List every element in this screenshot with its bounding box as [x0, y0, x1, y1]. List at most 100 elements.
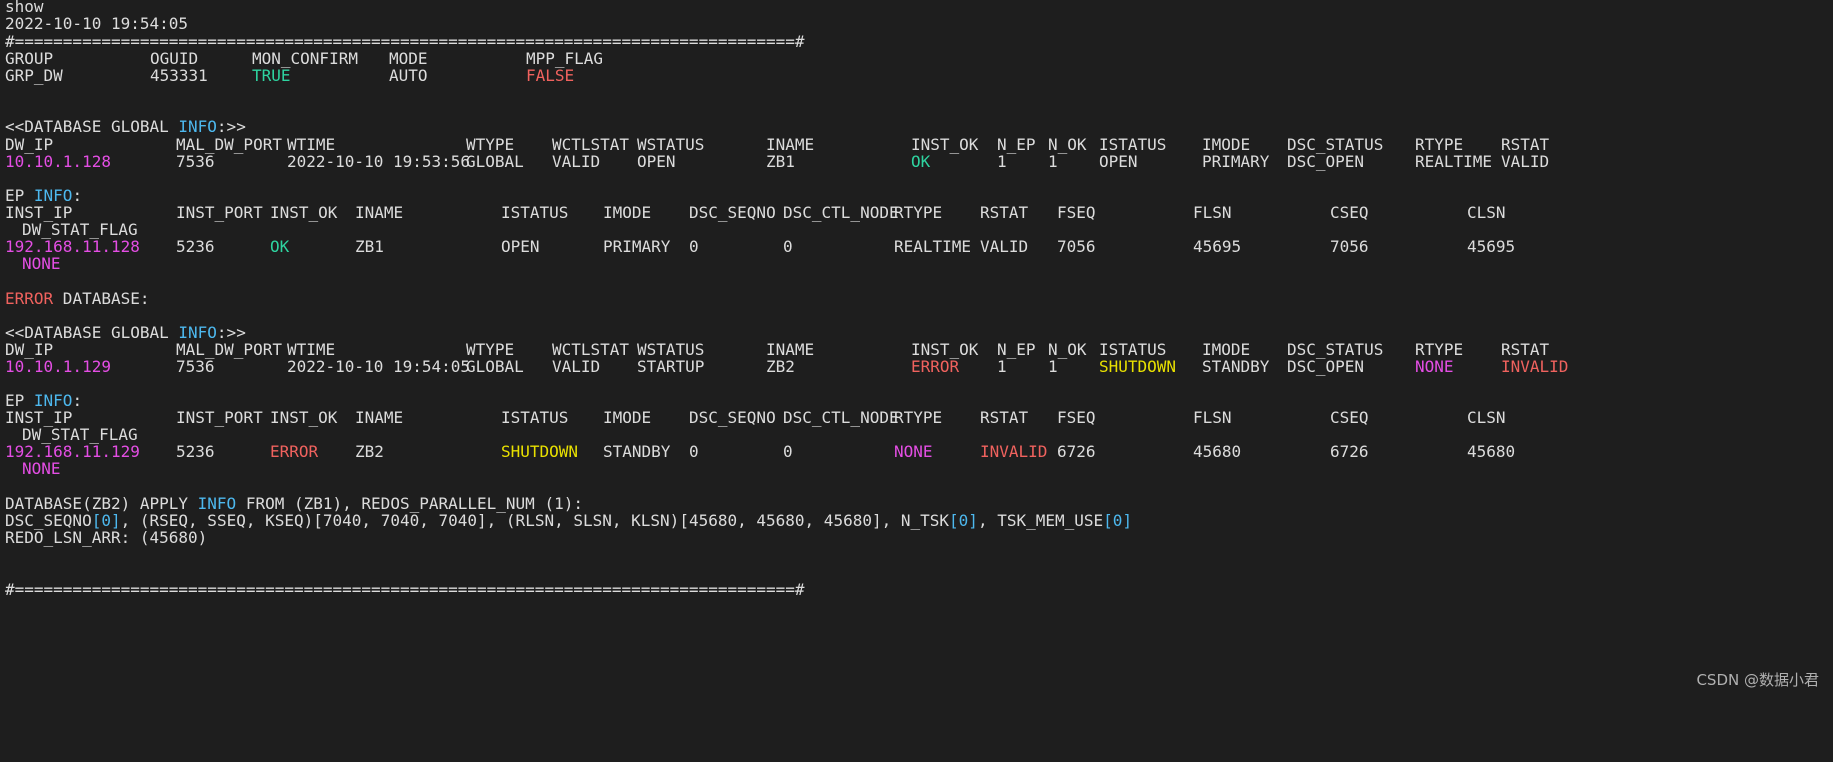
db1-value-row: 10.10.1.128 7536 2022-10-10 19:53:56 GLO… [0, 152, 1549, 172]
terminal-text: : [72, 186, 83, 205]
terminal-text: REDO_LSN_ARR: (45680) [5, 528, 208, 547]
terminal-text: : [72, 391, 83, 410]
terminal-text: 5236 [176, 237, 215, 256]
terminal-text: ISTATUS [501, 408, 569, 427]
terminal-text: INFO [178, 117, 217, 136]
terminal-text: INAME [355, 408, 404, 427]
watermark: CSDN @数据小君 [1696, 671, 1819, 689]
terminal-text: 45680 [1193, 442, 1242, 461]
terminal-text: NONE [22, 254, 61, 273]
cell: TRUE [252, 66, 291, 85]
db2-value-row: 10.10.1.129 7536 2022-10-10 19:54:05 GLO… [0, 357, 1568, 377]
terminal-text: IMODE [603, 408, 652, 427]
terminal-text: [0] [1103, 511, 1133, 530]
terminal-text: REALTIME [1415, 152, 1493, 171]
terminal-text: RTYPE [894, 408, 943, 427]
terminal-text: 0 [689, 442, 699, 461]
terminal-text: <<DATABASE GLOBAL INFO:>> [5, 117, 246, 137]
terminal-text: DSC_CTL_NODE [783, 408, 899, 427]
terminal-text: CLSN [1467, 203, 1506, 222]
terminal-text: REALTIME [894, 237, 972, 256]
terminal-text: :>> [216, 117, 246, 136]
terminal-text: OK [270, 237, 290, 256]
terminal-text: ERROR [270, 442, 319, 461]
terminal-text: 5236 [176, 442, 215, 461]
terminal-text: NONE [22, 459, 61, 478]
terminal-text: RSTAT [980, 408, 1029, 427]
terminal-text: ISTATUS [501, 203, 569, 222]
terminal-text: VALID [980, 237, 1029, 256]
terminal-text: 0 [783, 442, 793, 461]
terminal-text: 2022-10-10 19:54:05 [5, 14, 189, 33]
terminal-text: VALID [1501, 152, 1550, 171]
cell: 453331 [150, 66, 208, 85]
terminal-text: , TSK_MEM_USE [977, 511, 1104, 530]
terminal-text: NONE [894, 442, 933, 461]
terminal-text: OK [911, 152, 931, 171]
terminal-text: 10.10.1.128 [5, 152, 111, 171]
terminal-text: GLOBAL [466, 152, 524, 171]
terminal-text: DATABASE: [53, 289, 150, 308]
terminal-text: 10.10.1.129 [5, 357, 111, 376]
terminal-text: SHUTDOWN [501, 442, 579, 461]
terminal-text: 2022-10-10 19:54:05 [287, 357, 471, 376]
terminal-text: DSC_CTL_NODE [783, 203, 899, 222]
terminal-text: 45680 [1467, 442, 1516, 461]
terminal-text: #=======================================… [5, 580, 805, 599]
cell: GRP_DW [5, 66, 63, 85]
terminal-text: STANDBY [603, 442, 671, 461]
terminal-text: 0 [689, 237, 699, 256]
terminal-text: DSC_OPEN [1287, 357, 1365, 376]
terminal-text: FSEQ [1057, 203, 1096, 222]
terminal-text: 2022-10-10 19:53:56 [287, 152, 471, 171]
terminal-text: OPEN [501, 237, 540, 256]
terminal-text: 7056 [1330, 237, 1369, 256]
cell: AUTO [389, 66, 428, 85]
terminal-text: ERROR DATABASE: [5, 289, 150, 309]
terminal-text: [0] [949, 511, 978, 530]
terminal-text: OPEN [637, 152, 676, 171]
terminal-text: DSC_OPEN [1287, 152, 1365, 171]
terminal-text: , (RSEQ, SSEQ, KSEQ)[7040, 7040, 7040], … [120, 511, 950, 530]
terminal-text: 6726 [1057, 442, 1096, 461]
terminal-output[interactable]: show 2022-10-10 19:54:05 #==============… [0, 0, 1833, 700]
terminal-text: 1 [1048, 152, 1058, 171]
terminal-text: STANDBY [1202, 357, 1270, 376]
terminal-text: <<DATABASE GLOBAL [5, 117, 179, 136]
terminal-text: INST_OK [270, 203, 338, 222]
terminal-text: INVALID [980, 442, 1048, 461]
terminal-text: 7056 [1057, 237, 1096, 256]
cell: FALSE [526, 66, 575, 85]
terminal-text: ZB1 [355, 237, 384, 256]
terminal-text: RTYPE [894, 203, 943, 222]
terminal-text: STARTUP [637, 357, 705, 376]
terminal-text: PRIMARY [603, 237, 671, 256]
terminal-text: FLSN [1193, 408, 1232, 427]
terminal-text: 6726 [1330, 442, 1369, 461]
terminal-text: 7536 [176, 357, 215, 376]
terminal-text: INST_OK [270, 408, 338, 427]
terminal-text: FSEQ [1057, 408, 1096, 427]
terminal-text: VALID [552, 357, 601, 376]
terminal-text: 1 [997, 152, 1007, 171]
terminal-text: VALID [552, 152, 601, 171]
terminal-text: INST_PORT [176, 408, 263, 427]
terminal-text: SHUTDOWN [1099, 357, 1177, 376]
terminal-text: GLOBAL [466, 357, 524, 376]
terminal-text: DSC_SEQNO [689, 408, 776, 427]
terminal-text: ZB2 [766, 357, 795, 376]
terminal-text: CSEQ [1330, 408, 1369, 427]
terminal-text: DSC_SEQNO [689, 203, 776, 222]
terminal-text: ZB2 [355, 442, 384, 461]
terminal-text: CSEQ [1330, 203, 1369, 222]
terminal-text: 1 [997, 357, 1007, 376]
terminal-text: 45695 [1193, 237, 1242, 256]
group-value-row: GRP_DW 453331 TRUE AUTO FALSE [0, 66, 574, 86]
terminal-text: ERROR [5, 289, 54, 308]
terminal-text: NONE [1415, 357, 1454, 376]
terminal-text: 0 [783, 237, 793, 256]
terminal-text: 1 [1048, 357, 1058, 376]
terminal-text: IMODE [603, 203, 652, 222]
terminal-text: 45695 [1467, 237, 1516, 256]
terminal-text: ZB1 [766, 152, 795, 171]
